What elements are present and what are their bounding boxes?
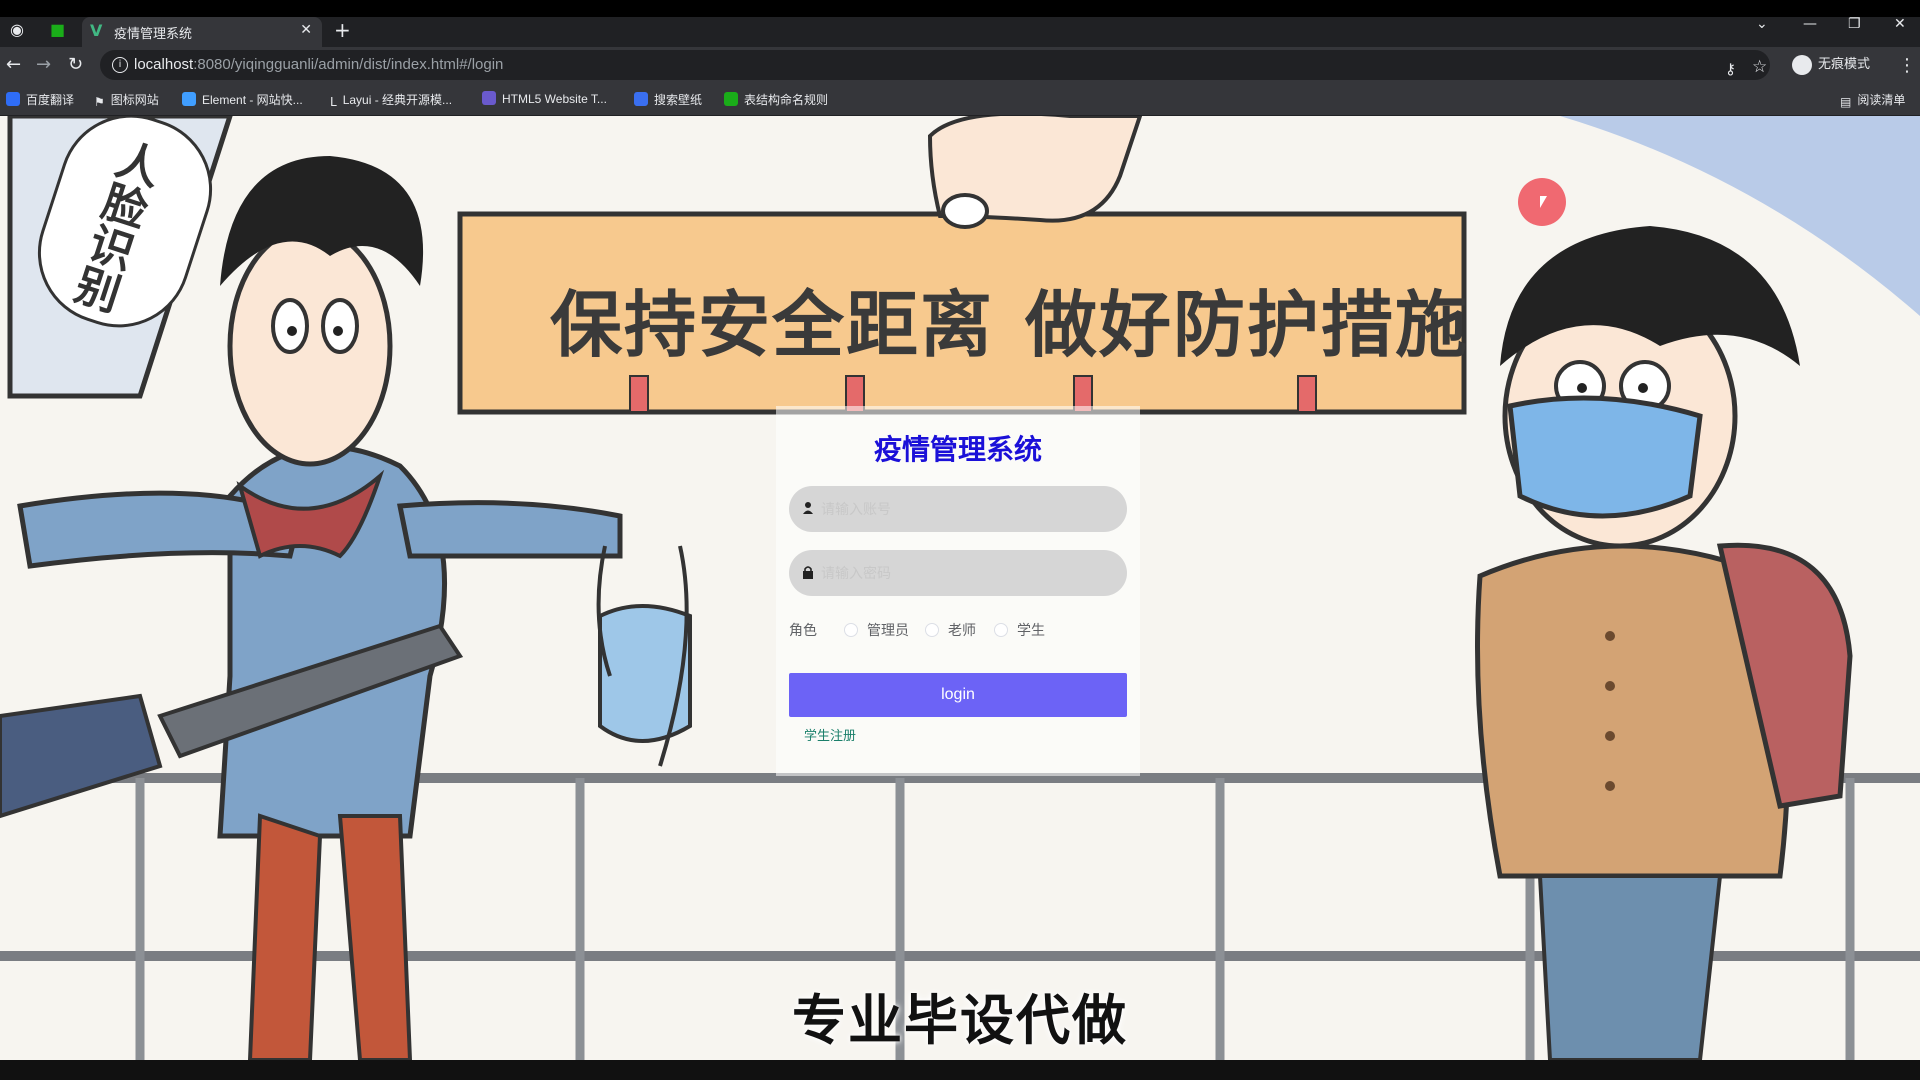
bookmarks-bar: 百度翻译 ⚑ 图标网站 Element - 网站快... ᒪ Layui - 经典开… [0, 83, 1920, 116]
reload-icon[interactable]: ↻ [68, 55, 83, 75]
login-title: 疫情管理系统 [873, 433, 1042, 466]
bookmark-item[interactable]: ᒪ Layui - 经典开源模... [330, 91, 452, 109]
bookmark-item[interactable]: ⚑ 图标网站 [94, 91, 159, 109]
incognito-indicator[interactable]: 无痕模式 [1792, 53, 1870, 75]
window-close-icon[interactable]: ✕ [1894, 16, 1906, 32]
bookmark-item[interactable]: 搜索壁纸 [634, 91, 702, 108]
password-input[interactable] [819, 550, 1113, 598]
role-radio-teacher[interactable]: 老师 [925, 620, 976, 640]
url-text[interactable]: localhost:8080/yiqingguanli/admin/dist/i… [134, 56, 503, 73]
top-strip [0, 0, 1920, 17]
cursor-highlight [1518, 178, 1566, 226]
tab-close-icon[interactable]: ✕ [300, 22, 312, 38]
active-tab[interactable]: V 疫情管理系统 ✕ [82, 17, 322, 47]
radio-icon [994, 623, 1008, 637]
bookmark-item[interactable]: Element - 网站快... [182, 91, 303, 108]
radio-icon [925, 623, 939, 637]
bookmark-star-icon[interactable]: ☆ [1752, 57, 1767, 77]
banner-right-text: 做好防护措施 [1025, 283, 1470, 367]
tab-title: 疫情管理系统 [114, 27, 193, 42]
tab-search-icon[interactable]: ⌄ [1756, 16, 1768, 32]
reading-list[interactable]: ▤ 阅读清单 [1840, 91, 1905, 109]
address-bar[interactable]: i localhost:8080/yiqingguanli/admin/dist… [100, 50, 1770, 80]
login-button[interactable]: login [789, 673, 1127, 717]
baidu-translate-icon [6, 92, 20, 106]
banner-left-text: 保持安全距离 [550, 283, 995, 367]
site-info-icon[interactable]: i [112, 57, 128, 73]
user-icon [802, 501, 814, 515]
browser-toolbar: ← → ↻ i localhost:8080/yiqingguanli/admi… [0, 47, 1920, 83]
back-icon[interactable]: ← [6, 55, 21, 75]
restore-icon[interactable]: ❐ [1848, 16, 1861, 32]
browser-menu-icon[interactable]: ◉ [10, 20, 24, 40]
bookmark-item[interactable]: 表结构命名规则 [724, 91, 828, 108]
new-tab-icon[interactable]: + [334, 18, 351, 42]
username-input[interactable] [819, 486, 1113, 534]
pinned-tab-icon[interactable]: ■ [50, 20, 65, 40]
html5-icon [482, 91, 496, 105]
bookmark-item[interactable]: 百度翻译 [6, 91, 74, 108]
more-menu-icon[interactable]: ⋮ [1898, 55, 1916, 76]
role-label: 角色 [789, 623, 817, 639]
flag-icon: ⚑ [94, 95, 105, 109]
vue-favicon-icon: V [90, 21, 103, 40]
radio-icon [844, 623, 858, 637]
username-field[interactable] [789, 486, 1127, 534]
role-radio-admin[interactable]: 管理员 [844, 620, 909, 640]
mouse-pointer-icon [1540, 196, 1547, 208]
browser-titlebar: ◉ ■ V 疫情管理系统 ✕ + ⌄ — ❐ ✕ [0, 0, 1920, 47]
password-field[interactable] [789, 550, 1127, 598]
minimize-icon[interactable]: — [1803, 16, 1817, 32]
bookmark-item[interactable]: HTML5 Website T... [482, 91, 607, 106]
key-icon[interactable]: ⚷ [1725, 60, 1736, 78]
login-page: 保持安全距离 做好防护措施 人脸识别 疫情管理系统 角色 管理员 老师 学生 l… [0, 116, 1920, 1060]
lock-icon [802, 565, 814, 579]
reading-list-icon: ▤ [1840, 95, 1852, 109]
video-caption: 专业毕设代做 [792, 989, 1128, 1052]
incognito-icon [1792, 54, 1812, 75]
element-icon [182, 92, 196, 106]
wallpaper-icon [634, 92, 648, 106]
role-radio-student[interactable]: 学生 [994, 620, 1045, 640]
bottom-bar [0, 1060, 1920, 1080]
forward-icon[interactable]: → [36, 55, 51, 75]
layui-icon: ᒪ [330, 95, 337, 109]
incognito-label: 无痕模式 [1818, 57, 1871, 72]
sheet-icon [724, 92, 738, 106]
student-register-link[interactable]: 学生注册 [804, 725, 856, 744]
